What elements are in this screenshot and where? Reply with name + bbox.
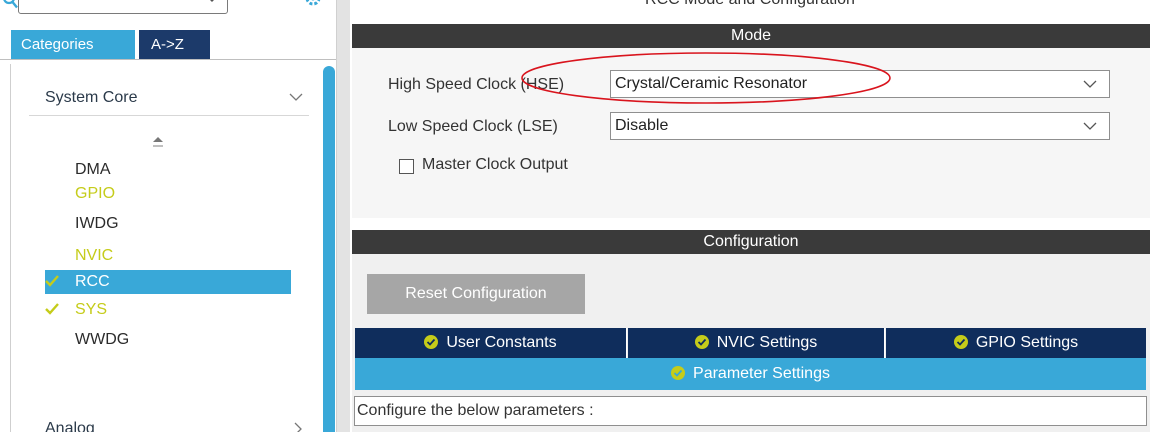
chevron-down-icon[interactable] <box>1083 122 1097 131</box>
scrollbar-thumb[interactable] <box>323 66 335 432</box>
chevron-down-icon[interactable] <box>205 0 219 4</box>
group-system-core[interactable]: System Core <box>29 84 309 116</box>
peripheral-item-nvic[interactable]: NVIC <box>45 244 291 268</box>
gear-icon[interactable] <box>302 0 324 12</box>
check-icon <box>45 275 59 287</box>
search-input[interactable] <box>18 0 228 14</box>
configuration-header: Configuration <box>352 230 1150 254</box>
peripheral-item-dma[interactable]: DMA <box>45 158 291 182</box>
lse-select[interactable]: Disable <box>610 112 1110 140</box>
settings-tabs: User Constants NVIC Settings GPIO Settin… <box>355 328 1146 358</box>
tab-gpio-settings[interactable]: GPIO Settings <box>886 328 1146 358</box>
group-analog[interactable]: Analog <box>29 414 309 432</box>
page-title: RCC Mode and Configuration <box>350 0 1150 9</box>
tab-label: GPIO Settings <box>975 334 1079 351</box>
peripheral-label: RCC <box>75 273 110 290</box>
check-icon <box>45 303 59 315</box>
peripheral-label: GPIO <box>75 185 116 202</box>
left-panel: Categories A->Z System Core DMA GPIO IWD… <box>0 0 336 432</box>
configuration-section: Reset Configuration User Constants NVIC … <box>352 254 1150 432</box>
tab-nvic-settings[interactable]: NVIC Settings <box>628 328 885 358</box>
peripheral-item-rcc[interactable]: RCC <box>45 270 291 294</box>
highlight-annotation <box>521 52 891 104</box>
tab-label: User Constants <box>446 334 557 351</box>
category-tabs: Categories A->Z <box>0 30 336 60</box>
check-circle-icon <box>424 335 439 349</box>
check-circle-icon <box>953 335 968 349</box>
peripheral-label: SYS <box>75 301 108 318</box>
chevron-right-icon[interactable] <box>293 422 303 432</box>
chevron-down-icon[interactable] <box>289 92 303 102</box>
check-circle-icon <box>671 366 686 380</box>
reset-configuration-button[interactable]: Reset Configuration <box>367 274 585 314</box>
check-circle-icon <box>694 335 709 349</box>
tab-a-to-z[interactable]: A->Z <box>139 30 210 59</box>
master-clock-output-label: Master Clock Output <box>422 156 568 173</box>
mode-header: Mode <box>352 24 1150 48</box>
group-label: System Core <box>45 89 138 106</box>
tab-parameter-settings[interactable]: Parameter Settings <box>355 358 1146 390</box>
tab-label: NVIC Settings <box>716 334 818 351</box>
peripheral-label: NVIC <box>75 247 114 264</box>
peripheral-label: WWDG <box>75 331 130 348</box>
lse-label: Low Speed Clock (LSE) <box>388 118 558 135</box>
peripheral-tree: System Core DMA GPIO IWDG NVIC RCC SYS W… <box>10 64 336 432</box>
peripheral-item-gpio[interactable]: GPIO <box>45 182 291 206</box>
panel-splitter[interactable] <box>336 0 350 432</box>
search-row <box>0 0 336 26</box>
peripheral-item-iwdg[interactable]: IWDG <box>45 212 291 236</box>
tab-categories[interactable]: Categories <box>11 30 135 59</box>
chevron-down-icon[interactable] <box>1083 80 1097 89</box>
master-clock-output-checkbox[interactable] <box>399 159 414 174</box>
lse-value: Disable <box>615 117 669 134</box>
tab-label: Parameter Settings <box>693 365 830 382</box>
peripheral-item-wwdg[interactable]: WWDG <box>45 328 291 352</box>
peripheral-label: IWDG <box>75 215 119 232</box>
tab-user-constants[interactable]: User Constants <box>355 328 627 358</box>
parameters-panel: Configure the below parameters : <box>354 396 1147 426</box>
sort-icon[interactable] <box>152 136 164 150</box>
group-label: Analog <box>45 420 95 432</box>
peripheral-item-sys[interactable]: SYS <box>45 298 291 322</box>
peripheral-label: DMA <box>75 161 111 178</box>
search-icon[interactable] <box>2 0 18 10</box>
